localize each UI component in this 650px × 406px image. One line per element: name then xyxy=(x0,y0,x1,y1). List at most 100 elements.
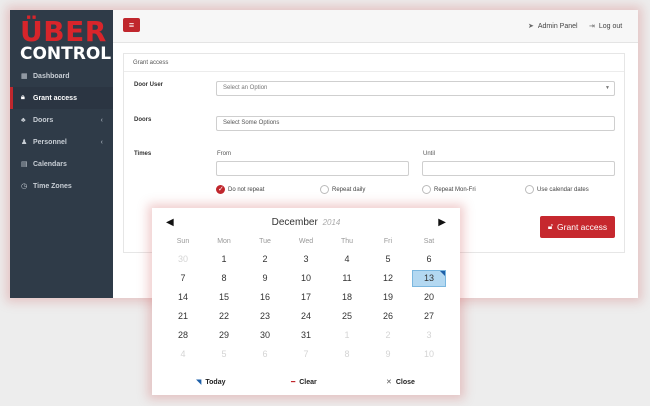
radio-label: Repeat Mon-Fri xyxy=(434,186,476,193)
lock-icon: 🔒︎ xyxy=(21,94,25,101)
divider xyxy=(124,71,624,72)
calendar-day[interactable]: 1 xyxy=(330,327,364,344)
calendar-day[interactable]: 9 xyxy=(371,346,405,363)
calendar-day[interactable]: 2 xyxy=(248,251,282,268)
until-input[interactable] xyxy=(422,161,615,176)
calendar-day[interactable]: 24 xyxy=(289,308,323,325)
calendar-header: ◀ December 2014 ▶ xyxy=(152,217,460,231)
calendar-day[interactable]: 8 xyxy=(330,346,364,363)
calendar-day[interactable]: 7 xyxy=(289,346,323,363)
radio-do-not-repeat[interactable]: Do not repeat xyxy=(216,185,264,194)
calendar-day[interactable]: 27 xyxy=(412,308,446,325)
today-label: Today xyxy=(205,378,226,386)
radio-label: Do not repeat xyxy=(228,186,265,193)
logout-link[interactable]: ⇥ Log out xyxy=(589,22,622,30)
calendar-day[interactable]: 26 xyxy=(371,308,405,325)
caret-down-icon: ▼ xyxy=(605,85,610,91)
calendar-day[interactable]: 19 xyxy=(371,289,405,306)
clear-button[interactable]: ━ Clear xyxy=(291,378,317,387)
minus-icon: ━ xyxy=(291,379,296,386)
calendar-day[interactable]: 8 xyxy=(207,270,241,287)
logout-label: Log out xyxy=(598,23,623,30)
sidebar-item-label: Doors xyxy=(33,116,54,124)
weekday-header: Sat xyxy=(423,238,435,245)
calendar-day[interactable]: 3 xyxy=(412,327,446,344)
weekday-header: Fri xyxy=(383,238,393,245)
calendar-day[interactable]: 11 xyxy=(330,270,364,287)
radio-repeat-daily[interactable]: Repeat daily xyxy=(320,185,365,194)
sidebar-item-calendars[interactable]: ▤ Calendars xyxy=(10,153,113,175)
calendar-day[interactable]: 3 xyxy=(289,251,323,268)
calendar-day[interactable]: 23 xyxy=(248,308,282,325)
panel-title: Grant access xyxy=(133,60,169,66)
sidebar-item-doors[interactable]: ♣ Doors ‹ xyxy=(10,109,113,131)
calendar-day[interactable]: 21 xyxy=(166,308,200,325)
grant-access-button[interactable]: 🔓︎ Grant access xyxy=(540,216,615,238)
calendar-day[interactable]: 20 xyxy=(412,289,446,306)
door-user-select[interactable]: Select an Option ▼ xyxy=(216,81,615,96)
calendar-day[interactable]: 6 xyxy=(248,346,282,363)
from-input[interactable] xyxy=(216,161,409,176)
radio-empty-icon xyxy=(525,185,534,194)
calendar-day[interactable]: 17 xyxy=(289,289,323,306)
calendar-day[interactable]: 7 xyxy=(166,270,200,287)
sidebar-item-label: Personnel xyxy=(33,138,67,146)
today-button[interactable]: ◥ Today xyxy=(196,378,226,387)
calendar-day[interactable]: 30 xyxy=(166,251,200,268)
calendar-day[interactable]: 12 xyxy=(371,270,405,287)
weekday-header: Sun xyxy=(176,238,190,245)
sidebar: ÜBER CONTROL ▦ Dashboard 🔒︎ Grant access… xyxy=(10,10,113,298)
calendar-day[interactable]: 31 xyxy=(289,327,323,344)
calendar-day[interactable]: 4 xyxy=(330,251,364,268)
sidebar-item-label: Time Zones xyxy=(33,182,72,190)
grid-icon: ▦ xyxy=(21,73,28,80)
calendar-day[interactable]: 10 xyxy=(412,346,446,363)
menu-toggle-button[interactable]: ≡ xyxy=(123,18,140,32)
calendar-day[interactable]: 15 xyxy=(207,289,241,306)
calendar-month: December xyxy=(271,217,318,228)
calendar-day[interactable]: 1 xyxy=(207,251,241,268)
sidebar-item-personnel[interactable]: ♟ Personnel ‹ xyxy=(10,131,113,153)
sidebar-item-label: Grant access xyxy=(33,94,77,102)
calendar-day[interactable]: 10 xyxy=(289,270,323,287)
corner-flag-icon: ◥ xyxy=(196,379,202,386)
radio-use-calendar-dates[interactable]: Use calendar dates xyxy=(525,185,589,194)
calendar-day[interactable]: 5 xyxy=(371,251,405,268)
calendar-day[interactable]: 4 xyxy=(166,346,200,363)
next-month-icon[interactable]: ▶ xyxy=(438,217,446,228)
logo-line-2: CONTROL xyxy=(20,44,112,64)
admin-panel-link[interactable]: ➤ Admin Panel xyxy=(528,22,578,30)
close-icon: ✕ xyxy=(386,379,392,386)
calendar-day[interactable]: 9 xyxy=(248,270,282,287)
calendar-day[interactable]: 22 xyxy=(207,308,241,325)
sidebar-item-label: Calendars xyxy=(33,160,67,168)
weekday-header: Wed xyxy=(298,238,314,245)
calendar-day[interactable]: 18 xyxy=(330,289,364,306)
doors-multiselect[interactable]: Select Some Options xyxy=(216,116,615,131)
calendar-day-today[interactable]: 13 xyxy=(412,270,446,287)
clear-label: Clear xyxy=(299,378,317,386)
door-user-label: Door User xyxy=(134,82,164,88)
calendar-day[interactable]: 6 xyxy=(412,251,446,268)
sidebar-item-dashboard[interactable]: ▦ Dashboard xyxy=(10,65,113,87)
until-label: Until xyxy=(423,151,436,157)
sidebar-item-time-zones[interactable]: ◷ Time Zones xyxy=(10,175,113,197)
calendar-day[interactable]: 29 xyxy=(207,327,241,344)
calendar-day[interactable]: 16 xyxy=(248,289,282,306)
sidebar-item-grant-access[interactable]: 🔒︎ Grant access xyxy=(10,87,113,109)
paper-plane-icon: ➤ xyxy=(528,23,534,30)
calendar-day[interactable]: 28 xyxy=(166,327,200,344)
calendar-day[interactable]: 2 xyxy=(371,327,405,344)
calendar-day[interactable]: 30 xyxy=(248,327,282,344)
date-picker-popup: ◀ December 2014 ▶ Sun Mon Tue Wed Thu Fri Sat 3… xyxy=(152,208,460,395)
close-button[interactable]: ✕ Close xyxy=(386,378,415,387)
app-logo[interactable]: ÜBER CONTROL xyxy=(10,10,113,67)
calendar-icon: ▤ xyxy=(21,161,28,168)
calendar-day[interactable]: 5 xyxy=(207,346,241,363)
radio-repeat-mon-fri[interactable]: Repeat Mon-Fri xyxy=(422,185,476,194)
radio-empty-icon xyxy=(320,185,329,194)
calendar-day[interactable]: 25 xyxy=(330,308,364,325)
admin-panel-label: Admin Panel xyxy=(537,23,578,30)
calendar-title: December 2014 xyxy=(152,217,460,228)
calendar-day[interactable]: 14 xyxy=(166,289,200,306)
